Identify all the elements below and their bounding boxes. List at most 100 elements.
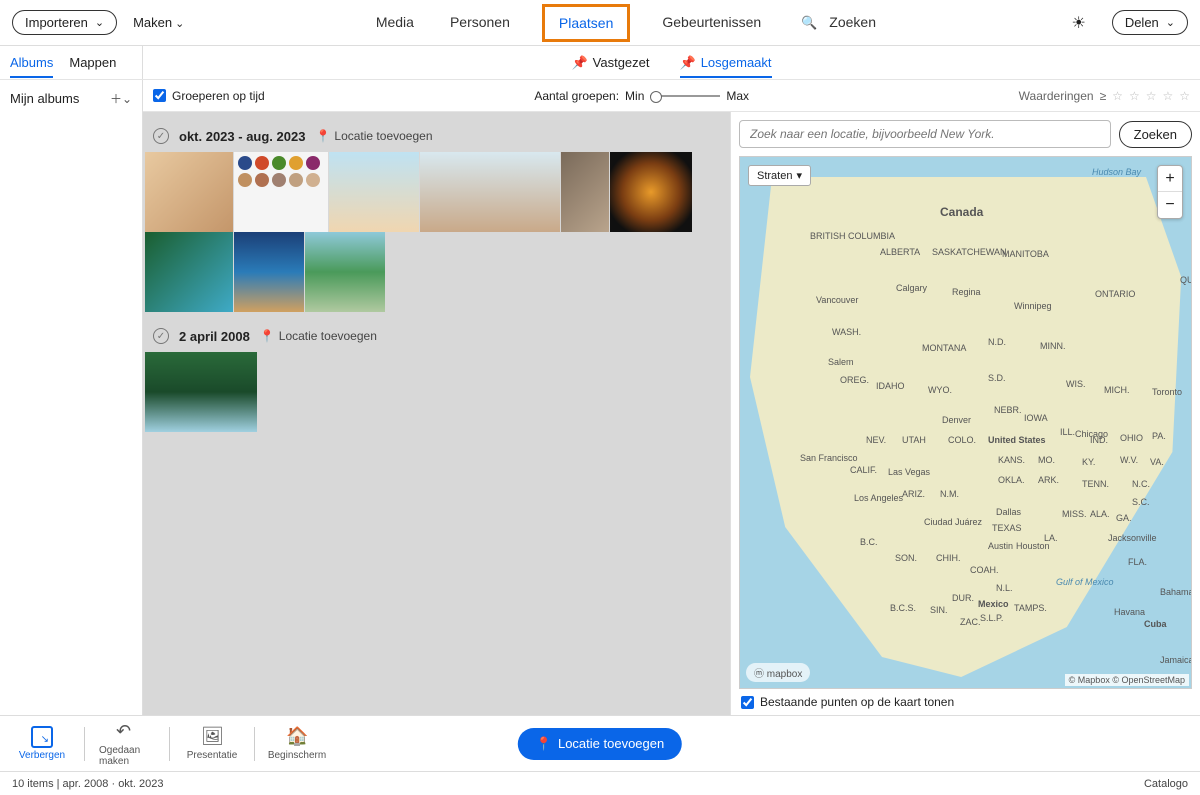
aantal-label: Aantal groepen: — [534, 89, 619, 103]
map-label: WIS. — [1066, 379, 1086, 389]
map-label: Hudson Bay — [1092, 167, 1141, 177]
thumbnail[interactable] — [610, 152, 692, 232]
status-right: Catalogo — [1144, 778, 1188, 790]
star-icon[interactable]: ☆ — [1129, 89, 1140, 103]
group-title: 2 april 2008 — [179, 329, 250, 344]
group-slider-track[interactable] — [650, 95, 720, 97]
thumbnail[interactable] — [305, 232, 385, 312]
importeren-button[interactable]: Importeren — [12, 10, 117, 35]
map-label: Mexico — [978, 599, 1009, 609]
tab-albums[interactable]: Albums — [10, 47, 53, 78]
location-search-input[interactable] — [739, 120, 1111, 148]
map-label: COLO. — [948, 435, 976, 445]
group-slider: Aantal groepen: Min Max — [534, 89, 749, 103]
map-label: United States — [988, 435, 1046, 445]
ongedaan-button[interactable]: ↶ Ogedaan maken — [99, 721, 155, 767]
map-search-row: Zoeken — [731, 112, 1200, 156]
groeperen-checkbox[interactable]: Groeperen op tijd — [153, 89, 265, 103]
status-left: 10 items | apr. 2008 · okt. 2023 — [12, 778, 163, 790]
star-icon[interactable]: ☆ — [1162, 89, 1173, 103]
map-label: TEXAS — [992, 523, 1022, 533]
top-toolbar: Importeren Maken Media Personen Plaatsen… — [0, 0, 1200, 46]
map-label: COAH. — [970, 565, 999, 575]
map-label: MO. — [1038, 455, 1055, 465]
map-label: OKLA. — [998, 475, 1025, 485]
map-label: KY. — [1082, 457, 1095, 467]
thumb-row — [143, 352, 730, 432]
star-icon[interactable]: ☆ — [1112, 89, 1123, 103]
map-label: Ciudad Juárez — [924, 517, 982, 527]
map-label: Salem — [828, 357, 854, 367]
map-label: PA. — [1152, 431, 1166, 441]
bottom-toolbar: ↘ Verbergen ↶ Ogedaan maken 🖼 Presentati… — [0, 715, 1200, 771]
main-body: Mijn albums ＋⌄ Groeperen op tijd Aantal … — [0, 80, 1200, 715]
pin-vastgezet[interactable]: 📌Vastgezet — [571, 55, 649, 71]
pin-losgemaakt[interactable]: 📌Losgemaakt — [680, 48, 772, 78]
thumbnail[interactable] — [561, 152, 609, 232]
map-pane: Zoeken Straten▾ + − Canada BRITISH COLUM… — [730, 112, 1200, 715]
pin-tabs: 📌Vastgezet 📌Losgemaakt — [143, 48, 1200, 78]
map-label: S.C. — [1132, 497, 1150, 507]
center-pane: Groeperen op tijd Aantal groepen: Min Ma… — [143, 80, 1200, 715]
mapbox-logo: ⓜ mapbox — [746, 663, 810, 682]
sidebar-mijn-albums[interactable]: Mijn albums ＋⌄ — [10, 90, 132, 107]
nav-plaatsen[interactable]: Plaatsen — [542, 4, 630, 42]
nav-gebeurtenissen[interactable]: Gebeurtenissen — [658, 4, 765, 42]
delen-button[interactable]: Delen — [1112, 10, 1188, 35]
thumbnail[interactable] — [145, 232, 233, 312]
thumbnail[interactable] — [145, 152, 233, 232]
map-label: IDAHO — [876, 381, 905, 391]
map-label: NEV. — [866, 435, 886, 445]
map-style-select[interactable]: Straten▾ — [748, 165, 811, 186]
location-pin-icon: 📍 — [536, 736, 552, 752]
add-location-link[interactable]: 📍Locatie toevoegen — [315, 129, 432, 143]
zoeken-button[interactable]: Zoeken — [1119, 121, 1192, 148]
map-label: NEBR. — [994, 405, 1022, 415]
map[interactable]: Straten▾ + − Canada BRITISH COLUMBIA ALB… — [739, 156, 1192, 689]
presentatie-button[interactable]: 🖼 Presentatie — [184, 726, 240, 761]
map-label: ONTARIO — [1095, 289, 1135, 299]
map-label: Las Vegas — [888, 467, 930, 477]
verbergen-button[interactable]: ↘ Verbergen — [14, 726, 70, 761]
thumbnail[interactable] — [234, 232, 304, 312]
map-label: ALBERTA — [880, 247, 920, 257]
nav-media[interactable]: Media — [372, 4, 418, 42]
map-label: OHIO — [1120, 433, 1143, 443]
divider — [254, 727, 255, 761]
thumbnail[interactable] — [420, 152, 560, 232]
thumbnail[interactable] — [329, 152, 419, 232]
map-label: QUÉBE — [1180, 275, 1192, 285]
add-location-link[interactable]: 📍Locatie toevoegen — [260, 329, 377, 343]
map-label: CALIF. — [850, 465, 877, 475]
map-label: Winnipeg — [1014, 301, 1052, 311]
map-label: S.L.P. — [980, 613, 1003, 623]
gte-label: ≥ — [1100, 89, 1107, 103]
add-location-button[interactable]: 📍 Locatie toevoegen — [518, 728, 682, 760]
theme-toggle-icon[interactable]: ☀ — [1071, 13, 1085, 33]
thumbnail[interactable] — [234, 152, 328, 232]
show-existing-points-checkbox[interactable]: Bestaande punten op de kaart tonen — [731, 689, 1200, 715]
zoom-in-button[interactable]: + — [1158, 166, 1182, 192]
add-album-icon[interactable]: ＋⌄ — [110, 90, 132, 107]
map-label: Austin — [988, 541, 1013, 551]
left-tabs: Albums Mappen — [0, 46, 143, 79]
map-label: BRITISH COLUMBIA — [810, 231, 895, 241]
thumbnail[interactable] — [145, 352, 257, 432]
map-attribution: © Mapbox © OpenStreetMap — [1065, 674, 1189, 686]
tab-mappen[interactable]: Mappen — [69, 55, 116, 70]
beginscherm-button[interactable]: 🏠 Beginscherm — [269, 726, 325, 761]
divider — [84, 727, 85, 761]
map-label: N.C. — [1132, 479, 1150, 489]
nav-personen[interactable]: Personen — [446, 4, 514, 42]
map-label: OREG. — [840, 375, 869, 385]
star-icon[interactable]: ☆ — [1179, 89, 1190, 103]
maken-button[interactable]: Maken — [133, 15, 184, 30]
map-label: ARIZ. — [902, 489, 925, 499]
star-icon[interactable]: ☆ — [1146, 89, 1157, 103]
map-label: GA. — [1116, 513, 1132, 523]
nav-zoeken[interactable]: 🔍 Zoeken — [793, 4, 884, 42]
zoom-out-button[interactable]: − — [1158, 192, 1182, 218]
group-check-icon[interactable]: ✓ — [153, 128, 169, 144]
ratings-filter[interactable]: Waarderingen ≥ ☆ ☆ ☆ ☆ ☆ — [1019, 89, 1190, 103]
group-check-icon[interactable]: ✓ — [153, 328, 169, 344]
